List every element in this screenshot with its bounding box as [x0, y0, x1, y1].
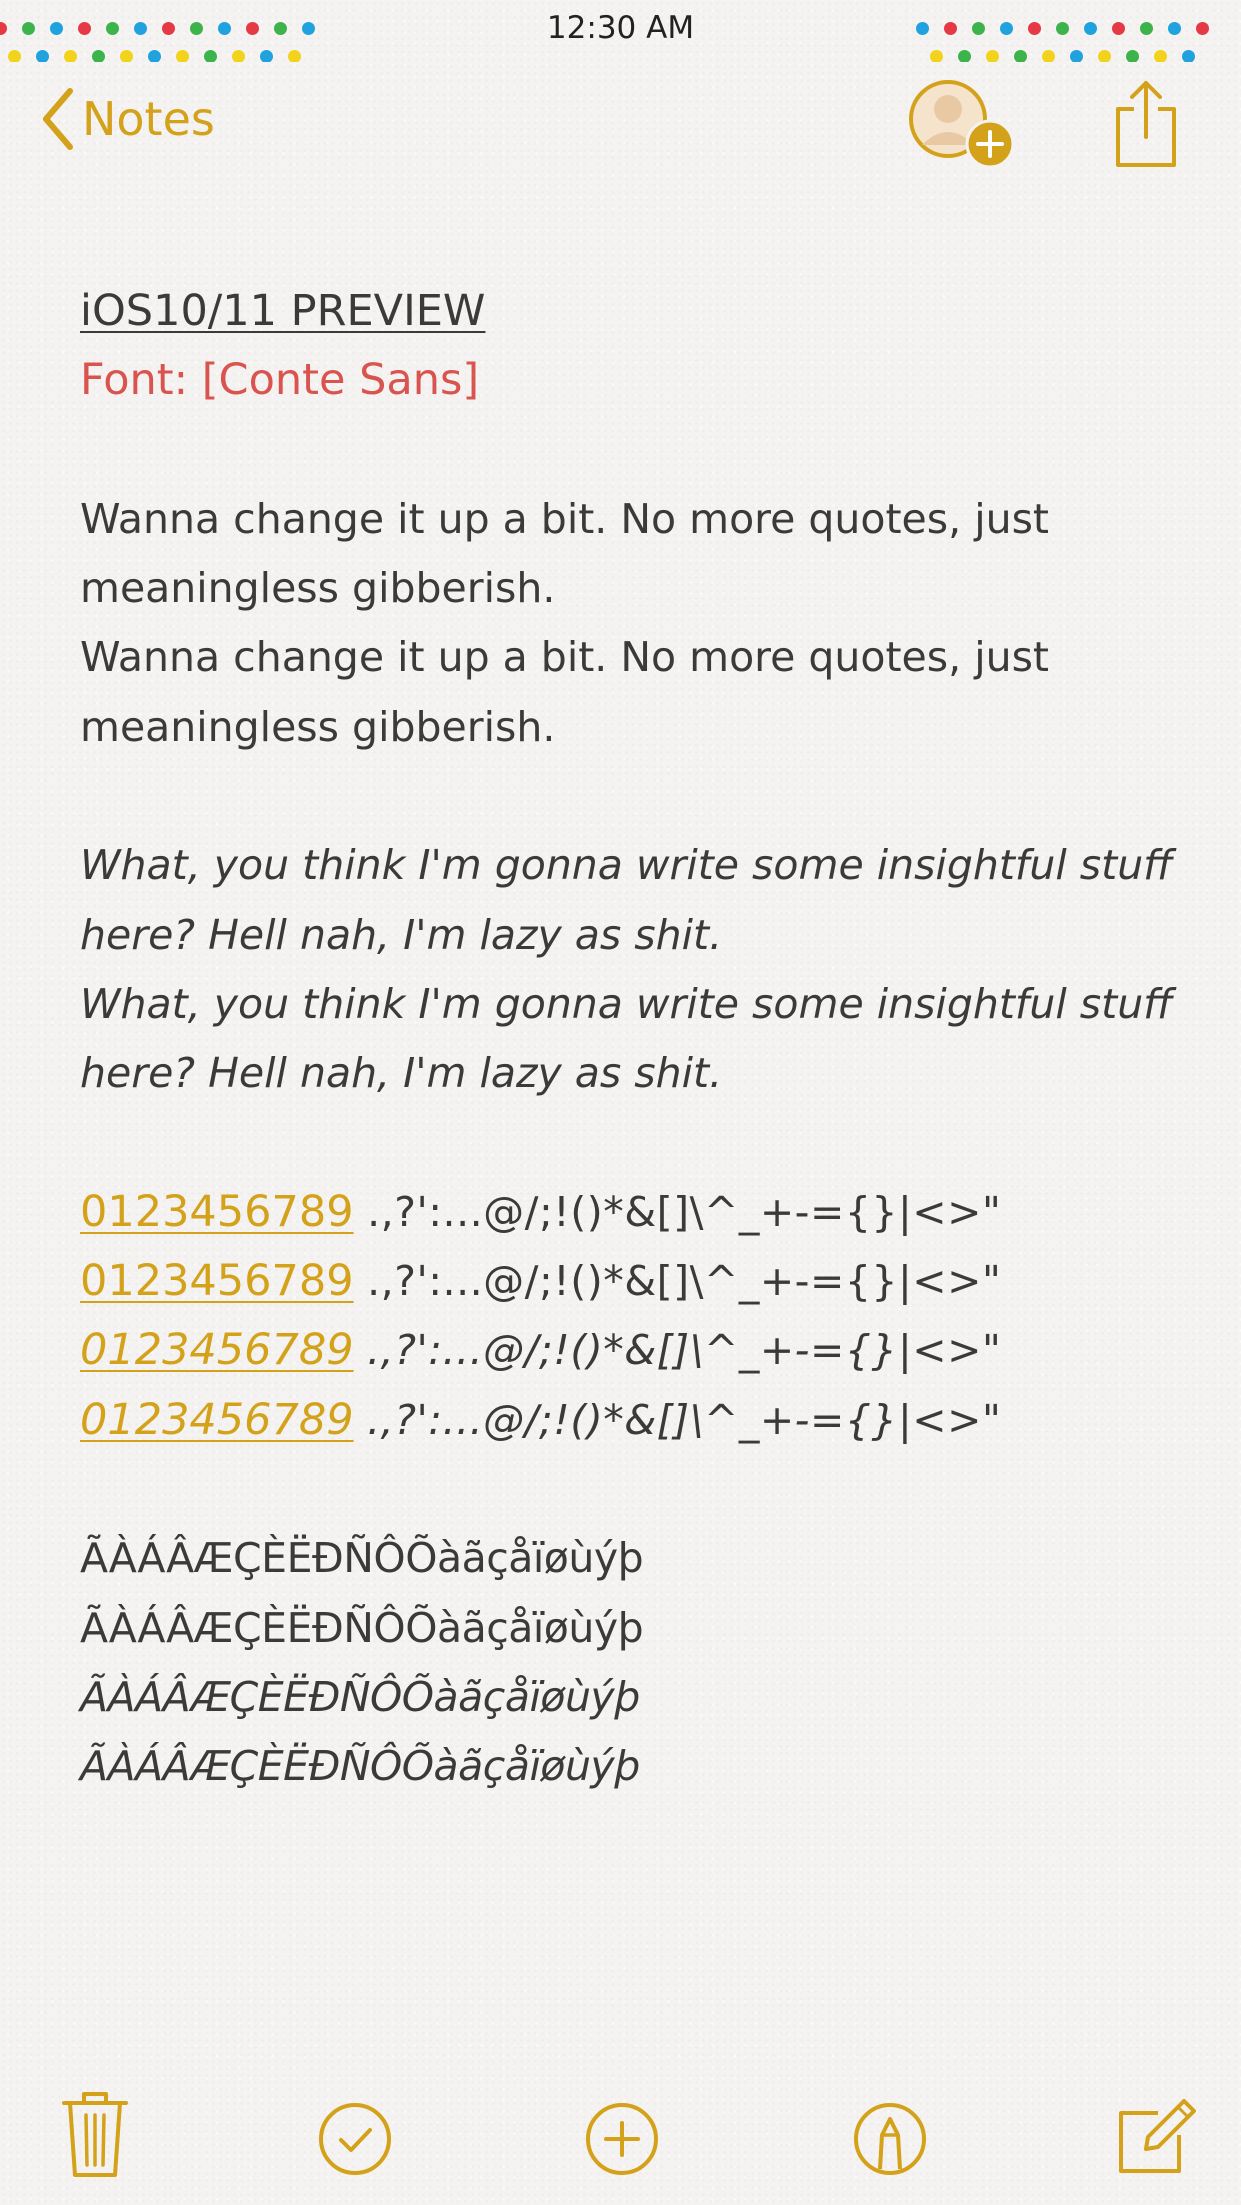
accented-characters-line-italic: ÃÀÁÂÆÇÈËÐÑÔÕàãçåïøùýþ — [80, 1672, 640, 1721]
trash-icon — [62, 2092, 128, 2177]
bottom-toolbar — [0, 2085, 1241, 2195]
share-button[interactable] — [1114, 79, 1178, 169]
delete-button[interactable] — [50, 2085, 140, 2195]
phone-number-link[interactable]: 0123456789 — [80, 1325, 354, 1375]
italic-paragraph-line: What, you think I'm gonna write some ins… — [80, 979, 1173, 1028]
paragraph-line: meaningless gibberish. — [80, 564, 556, 613]
share-icon — [1116, 81, 1176, 167]
checklist-button[interactable] — [310, 2085, 400, 2195]
symbol-text: .,?':...@/;!()*&[]\^_+-={}|<>" — [353, 1395, 1002, 1444]
accented-characters-line: ÃÀÁÂÆÇÈËÐÑÔÕàãçåïøùýþ — [80, 1534, 644, 1583]
back-label: Notes — [82, 92, 215, 146]
paragraph-line: Wanna change it up a bit. No more quotes… — [80, 494, 1050, 543]
symbol-text: .,?':...@/;!()*&[]\^_+-={}|<>" — [353, 1257, 1002, 1306]
add-person-icon — [909, 80, 1015, 169]
font-name-line: Font: [Conte Sans] — [80, 355, 480, 406]
checklist-icon — [319, 2103, 391, 2175]
paragraph-line: Wanna change it up a bit. No more quotes… — [80, 633, 1050, 682]
note-title: iOS10/11 PREVIEW — [80, 286, 486, 336]
back-button[interactable]: Notes — [40, 87, 215, 151]
compose-button[interactable] — [1112, 2085, 1202, 2195]
add-button[interactable] — [577, 2085, 667, 2195]
accented-characters-line: ÃÀÁÂÆÇÈËÐÑÔÕàãçåïøùýþ — [80, 1603, 644, 1652]
phone-number-link[interactable]: 0123456789 — [80, 1187, 354, 1237]
number-symbol-line-italic: 0123456789 .,?':...@/;!()*&[]\^_+-={}|<>… — [80, 1386, 1180, 1455]
compose-icon — [1119, 2099, 1196, 2173]
phone-number-link[interactable]: 0123456789 — [80, 1256, 354, 1306]
symbol-text: .,?':...@/;!()*&[]\^_+-={}|<>" — [353, 1187, 1002, 1236]
symbol-text: .,?':...@/;!()*&[]\^_+-={}|<>" — [353, 1326, 1002, 1375]
phone-number-link[interactable]: 0123456789 — [80, 1395, 354, 1445]
markup-icon — [854, 2103, 926, 2175]
add-person-button[interactable] — [906, 79, 1015, 169]
number-symbol-line-italic: 0123456789 .,?':...@/;!()*&[]\^_+-={}|<>… — [80, 1316, 1180, 1385]
decorative-dots-right — [912, 0, 1230, 62]
italic-paragraph-line: here? Hell nah, I'm lazy as shit. — [80, 1049, 723, 1098]
add-icon — [586, 2103, 658, 2175]
accented-characters-line-italic: ÃÀÁÂÆÇÈËÐÑÔÕàãçåïøùýþ — [80, 1742, 640, 1791]
italic-paragraph-line: here? Hell nah, I'm lazy as shit. — [80, 910, 723, 959]
number-symbol-line: 0123456789 .,?':...@/;!()*&[]\^_+-={}|<>… — [80, 1247, 1180, 1316]
paragraph-line: meaningless gibberish. — [80, 702, 556, 751]
italic-paragraph-line: What, you think I'm gonna write some ins… — [80, 841, 1173, 890]
navigation-bar: Notes — [0, 75, 1241, 175]
markup-button[interactable] — [845, 2085, 935, 2195]
chevron-left-icon — [43, 88, 73, 150]
number-symbol-line: 0123456789 .,?':...@/;!()*&[]\^_+-={}|<>… — [80, 1178, 1180, 1247]
status-bar: 12:30 AM — [0, 0, 1241, 62]
note-body[interactable]: iOS10/11 PREVIEW Font: [Conte Sans] Wann… — [80, 277, 1180, 1802]
